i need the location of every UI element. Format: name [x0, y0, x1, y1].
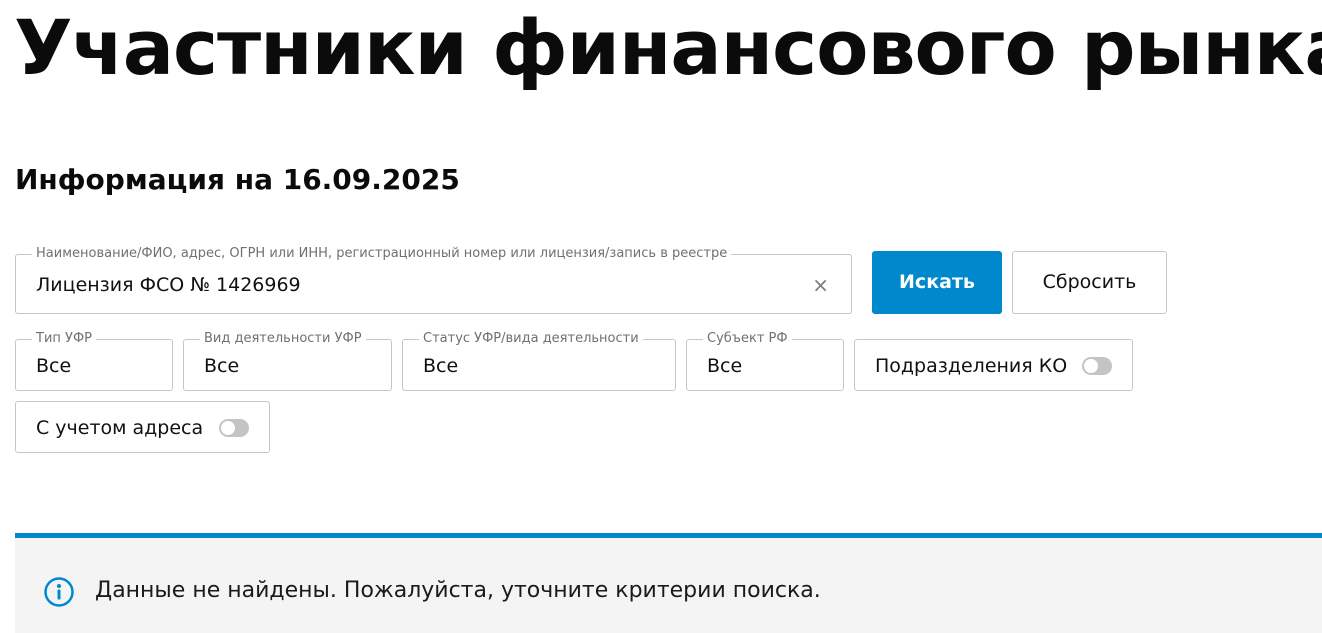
- activity-ufr-value[interactable]: Все: [204, 354, 239, 378]
- activity-ufr-legend: Вид деятельности УФР: [200, 331, 366, 347]
- type-ufr-select[interactable]: Тип УФР Все: [15, 331, 173, 391]
- search-button[interactable]: Искать: [872, 251, 1002, 314]
- switch-knob: [221, 421, 235, 435]
- region-select[interactable]: Субъект РФ Все: [686, 331, 844, 391]
- switch-knob: [1084, 359, 1098, 373]
- address-toggle-label: С учетом адреса: [36, 417, 204, 439]
- region-legend: Субъект РФ: [703, 331, 792, 347]
- page-title: Участники финансового рынка: [14, 3, 1322, 92]
- status-ufr-legend: Статус УФР/вида деятельности: [419, 331, 643, 347]
- divisions-ko-label: Подразделения КО: [875, 355, 1068, 377]
- search-field[interactable]: Наименование/ФИО, адрес, ОГРН или ИНН, р…: [15, 246, 852, 314]
- address-toggle[interactable]: С учетом адреса: [15, 401, 270, 453]
- type-ufr-value[interactable]: Все: [36, 354, 71, 378]
- divisions-ko-toggle[interactable]: Подразделения КО: [854, 339, 1133, 391]
- search-field-legend: Наименование/ФИО, адрес, ОГРН или ИНН, р…: [32, 246, 732, 262]
- divisions-ko-switch[interactable]: [1082, 357, 1112, 375]
- status-ufr-select[interactable]: Статус УФР/вида деятельности Все: [402, 331, 676, 391]
- search-input-value[interactable]: Лицензия ФСО № 1426969: [36, 273, 301, 297]
- activity-ufr-select[interactable]: Вид деятельности УФР Все: [183, 331, 392, 391]
- address-switch[interactable]: [219, 419, 249, 437]
- clear-icon[interactable]: ×: [812, 273, 829, 297]
- status-ufr-value[interactable]: Все: [423, 354, 458, 378]
- info-icon: [44, 577, 74, 607]
- reset-button[interactable]: Сбросить: [1012, 251, 1167, 314]
- info-date-heading: Информация на 16.09.2025: [15, 163, 460, 196]
- no-results-notice: Данные не найдены. Пожалуйста, уточните …: [15, 533, 1322, 633]
- region-value[interactable]: Все: [707, 354, 742, 378]
- notice-text: Данные не найдены. Пожалуйста, уточните …: [95, 578, 821, 603]
- type-ufr-legend: Тип УФР: [32, 331, 96, 347]
